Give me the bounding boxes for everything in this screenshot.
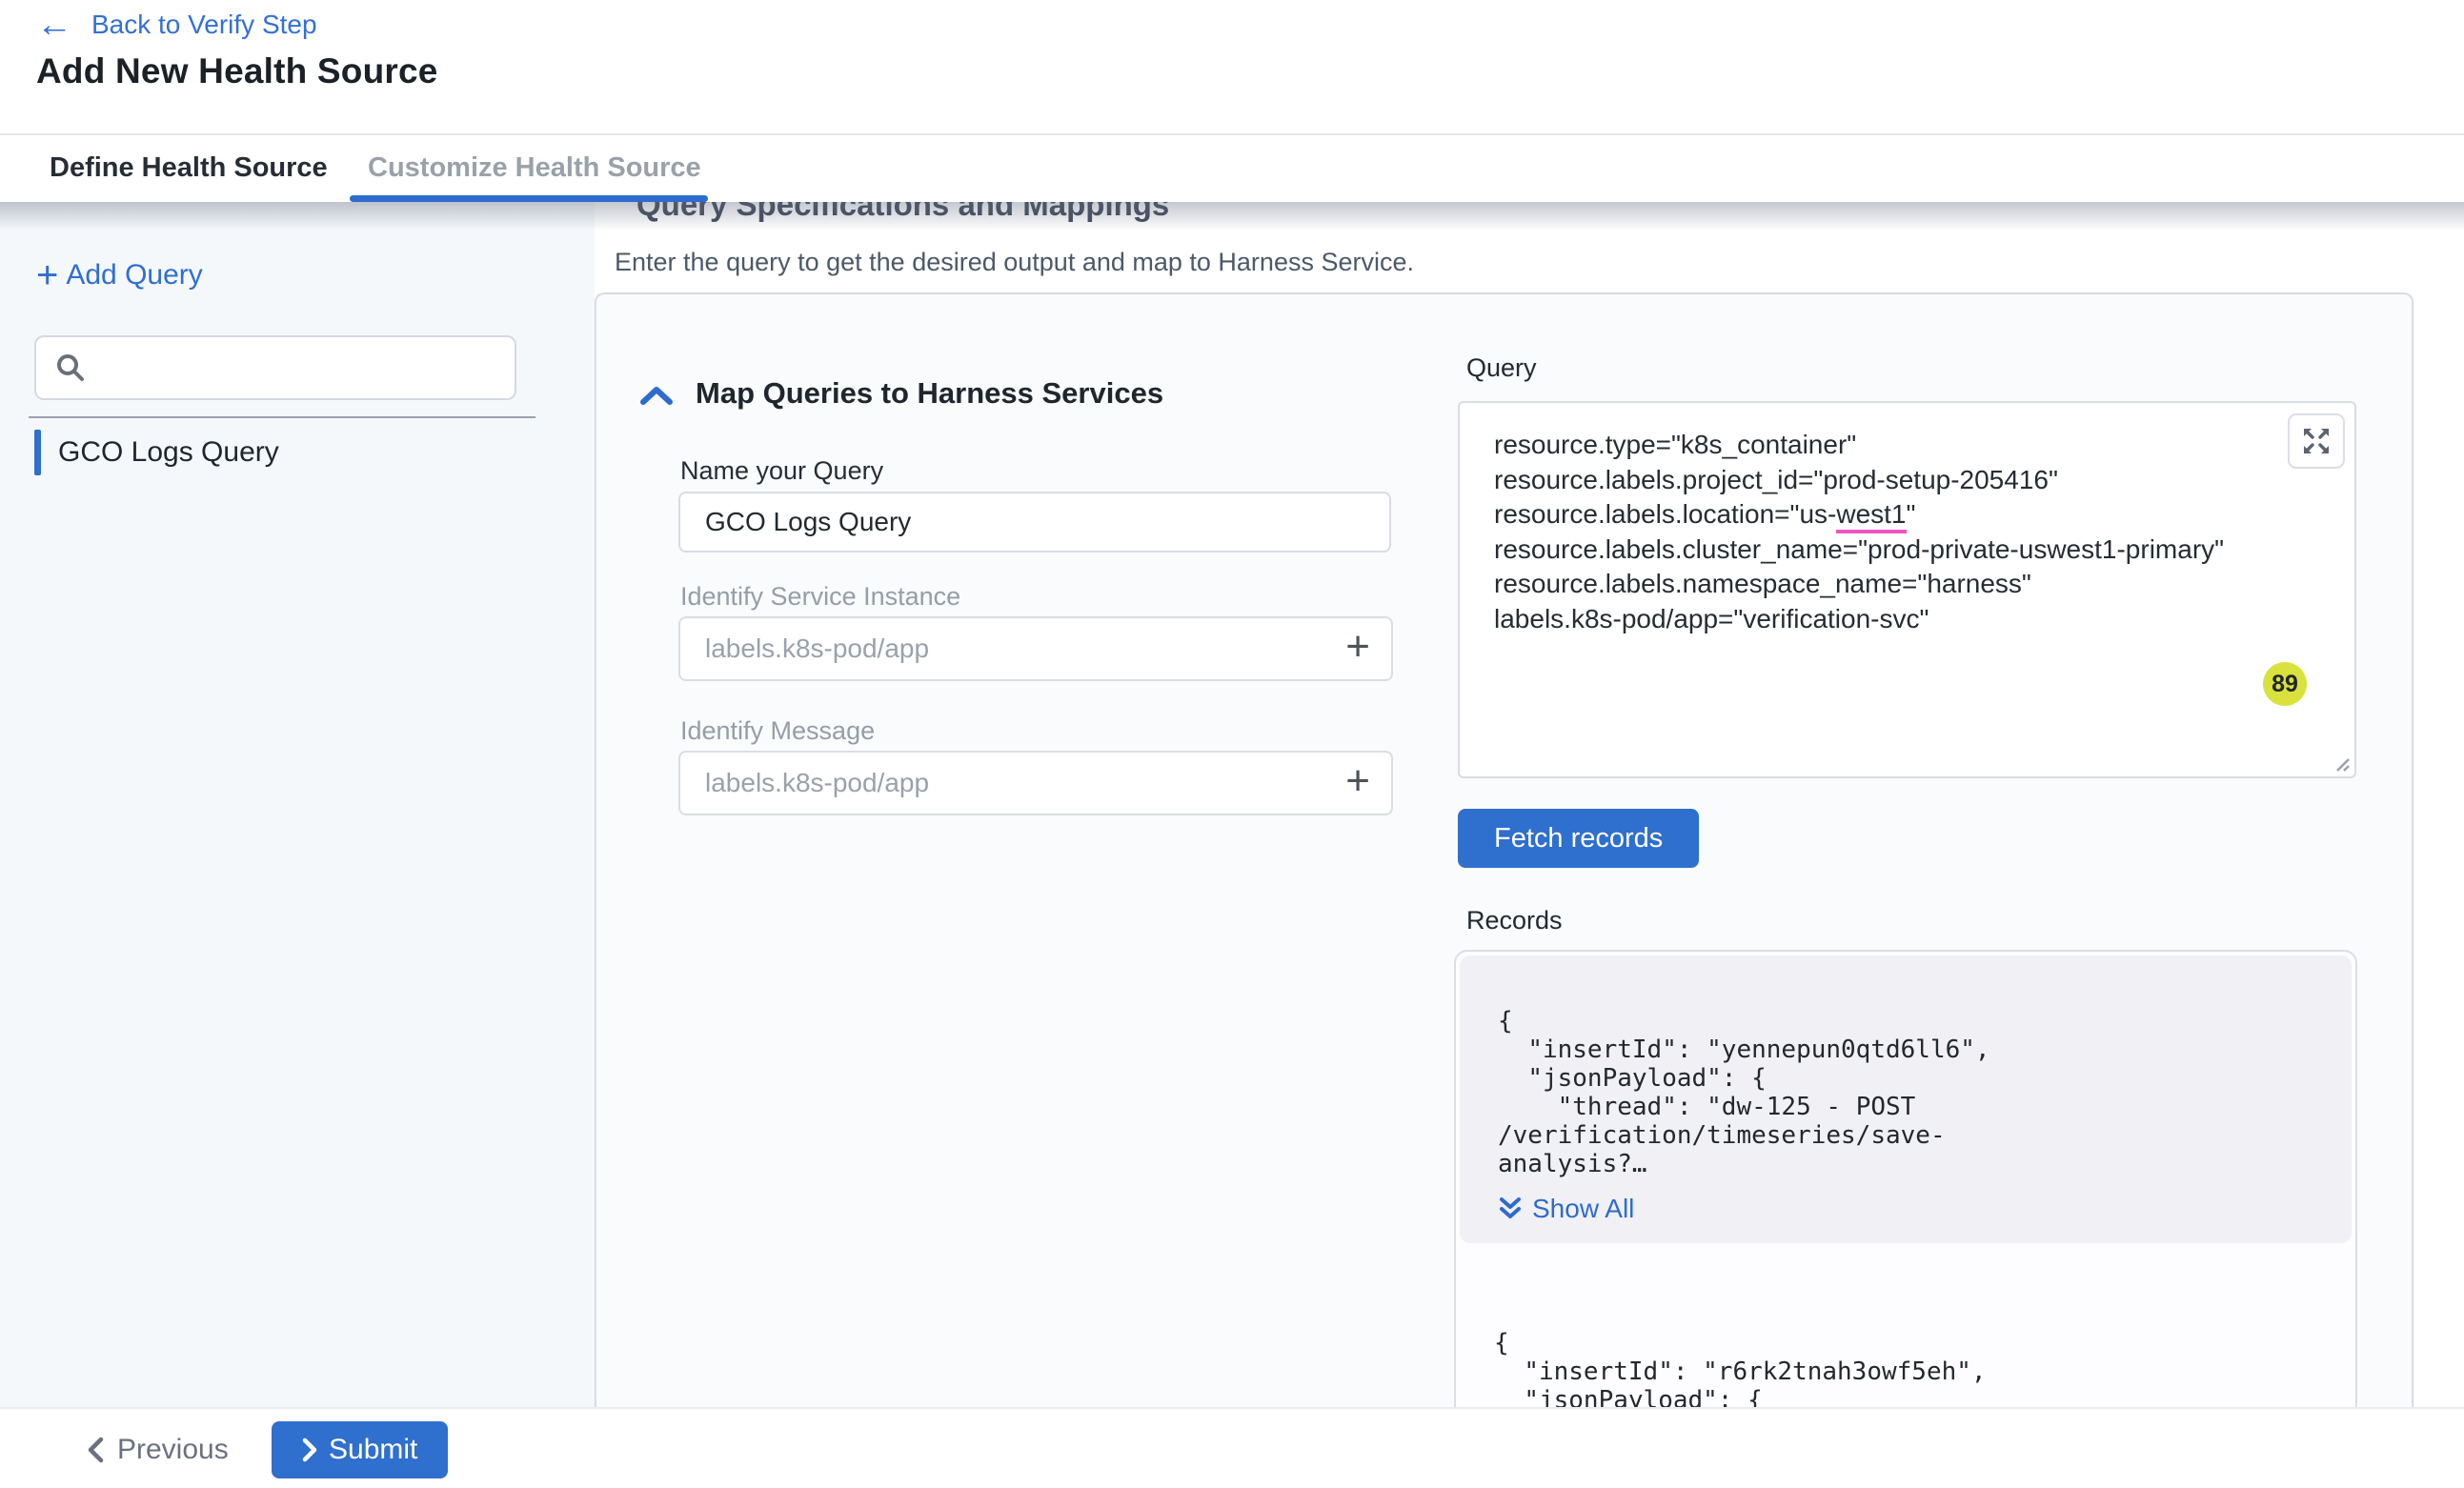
- add-field-icon[interactable]: +: [1345, 628, 1370, 666]
- back-link-label: Back to Verify Step: [91, 10, 317, 40]
- query-label: Query: [1466, 353, 1537, 383]
- selected-query-indicator: [34, 430, 41, 475]
- chevron-right-icon: [302, 1438, 317, 1462]
- map-queries-title: Map Queries to Harness Services: [696, 376, 1163, 411]
- previous-label: Previous: [117, 1434, 229, 1466]
- section-heading: Query Specifications and Mappings: [636, 202, 1169, 223]
- expand-icon: [2302, 427, 2331, 455]
- page-title: Add New Health Source: [36, 51, 438, 91]
- fetch-records-button[interactable]: Fetch records: [1458, 809, 1699, 868]
- tab-customize-health-source[interactable]: Customize Health Source: [368, 152, 701, 184]
- message-input[interactable]: [680, 768, 1345, 798]
- service-instance-field: +: [678, 616, 1393, 681]
- query-mapping-card: Map Queries to Harness Services Name you…: [595, 292, 2414, 1488]
- identify-service-instance-label: Identify Service Instance: [680, 582, 960, 612]
- submit-label: Submit: [329, 1434, 417, 1466]
- identify-message-label: Identify Message: [680, 716, 875, 746]
- resize-handle-icon[interactable]: [2330, 752, 2351, 773]
- chevron-up-icon[interactable]: [640, 386, 673, 405]
- query-textarea[interactable]: resource.type="k8s_container"resource.la…: [1458, 401, 2356, 778]
- query-name-input[interactable]: [678, 492, 1391, 553]
- add-health-source-screen: ← Back to Verify Step Add New Health Sou…: [0, 0, 2464, 1488]
- double-chevron-down-icon: [1498, 1196, 1523, 1222]
- sidebar-divider: [29, 416, 535, 418]
- query-code: resource.type="k8s_container"resource.la…: [1494, 428, 2250, 636]
- section-subheading: Enter the query to get the desired outpu…: [615, 248, 1414, 277]
- query-char-count-badge: 89: [2263, 662, 2307, 706]
- expand-query-button[interactable]: [2288, 413, 2345, 469]
- add-query-label: Add Query: [66, 259, 202, 292]
- previous-button[interactable]: Previous: [81, 1433, 234, 1467]
- sidebar-item-gco-logs-query[interactable]: GCO Logs Query: [29, 429, 543, 476]
- message-field: +: [678, 751, 1393, 815]
- tab-define-health-source[interactable]: Define Health Source: [50, 152, 328, 184]
- content-header: Query Specifications and Mappings Enter …: [595, 202, 2464, 292]
- name-your-query-label: Name your Query: [680, 456, 883, 486]
- add-query-button[interactable]: + Add Query: [36, 259, 203, 292]
- plus-icon: +: [36, 261, 58, 290]
- back-to-verify-step-link[interactable]: ← Back to Verify Step: [36, 10, 317, 40]
- show-all-link[interactable]: Show All: [1498, 1194, 1634, 1224]
- add-field-icon[interactable]: +: [1345, 762, 1370, 800]
- header-divider: [0, 133, 2464, 135]
- search-icon: [55, 352, 86, 383]
- record-json: { "insertId": "yennepun0qtd6ll6", "jsonP…: [1498, 1007, 2315, 1178]
- active-tab-underline: [350, 195, 708, 202]
- service-instance-input[interactable]: [680, 633, 1345, 664]
- footer-bar: Previous Submit: [0, 1407, 2464, 1488]
- query-search-box[interactable]: [34, 335, 516, 400]
- query-item-label: GCO Logs Query: [58, 436, 279, 469]
- back-arrow-icon: ←: [36, 11, 72, 38]
- chevron-left-icon: [87, 1437, 104, 1463]
- search-input[interactable]: [86, 337, 515, 398]
- submit-button[interactable]: Submit: [272, 1421, 448, 1478]
- record-card: { "insertId": "yennepun0qtd6ll6", "jsonP…: [1460, 955, 2352, 1243]
- records-label: Records: [1466, 906, 1563, 935]
- show-all-label: Show All: [1532, 1194, 1634, 1224]
